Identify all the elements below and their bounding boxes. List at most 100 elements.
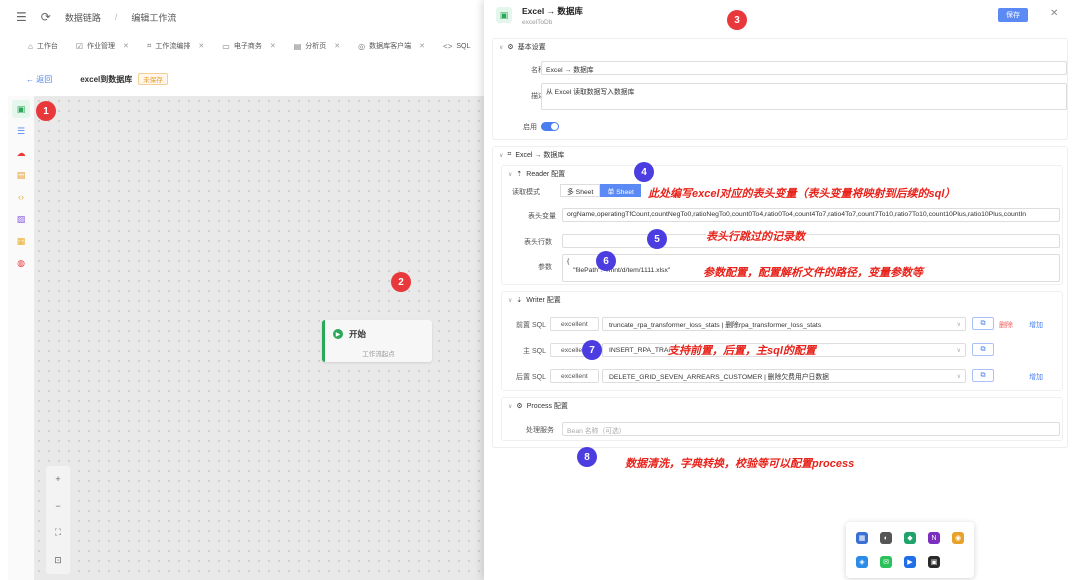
sync-tray-icon[interactable]: ◆	[904, 532, 916, 544]
annotation-note-5: 表头行跳过的记录数	[706, 231, 805, 243]
tab-analysis[interactable]: ▤ 分析页 ✕	[288, 39, 346, 53]
zoom-in-icon[interactable]: +	[55, 474, 60, 484]
header-rows-input[interactable]	[562, 234, 1060, 248]
process-service-label: 处理服务	[526, 427, 554, 434]
tab-label: 工作流编排	[155, 43, 191, 50]
enable-toggle[interactable]	[541, 122, 559, 131]
read-mode-label: 读取模式	[512, 189, 540, 196]
user-tray-icon[interactable]: ◐	[880, 532, 892, 544]
annotation-note-7: 支持前置，后置，主sql的配置	[668, 345, 816, 357]
delete-pre-sql-button[interactable]: 删除	[999, 320, 1013, 330]
drawer-subtitle: excelToDb	[522, 18, 553, 26]
chart-icon: ▤	[293, 41, 302, 51]
annotation-badge-7: 7	[582, 340, 602, 360]
post-sql-datasource[interactable]: excellent	[550, 369, 599, 383]
multi-sheet-option[interactable]: 多 Sheet	[560, 184, 601, 197]
database-icon: ◎	[358, 41, 366, 51]
pre-sql-value: truncate_rpa_transformer_loss_stats | 删除…	[609, 322, 822, 329]
node-config-drawer: ▣ Excel → 数据库 excelToDb 保存 ✕ ∨ ⚙ 基本设置 名称 E…	[484, 0, 1080, 580]
tab-job-management[interactable]: ☑ 作业管理 ✕	[70, 39, 135, 53]
tray-popup: ▦ ◐ ◆ N ◉ ◈ ✉ ▶ ▣	[846, 522, 974, 578]
header-vars-input[interactable]: orgName,operatingTfCount,countNegTo0,rat…	[562, 208, 1060, 222]
breadcrumb-separator: /	[114, 12, 118, 22]
lock-icon[interactable]: ⊡	[54, 555, 62, 566]
transform-icon: ⌗	[507, 151, 512, 158]
tab-label: 电子商务	[233, 43, 262, 50]
pre-sql-select[interactable]: truncate_rpa_transformer_loss_stats | 删除…	[602, 317, 966, 331]
annotation-note-8: 数据清洗，字典转换，校验等可以配置process	[625, 458, 855, 470]
header-rows-label: 表头行数	[524, 239, 552, 246]
table-node-icon[interactable]: ▦	[12, 232, 30, 250]
refresh-icon[interactable]: ⟳	[41, 10, 51, 24]
file-node-icon[interactable]: ▤	[12, 166, 30, 184]
tab-workflow-orchestration[interactable]: ⌗ 工作流编排 ✕	[141, 39, 210, 53]
process-icon: ⚙	[516, 403, 523, 410]
close-icon[interactable]: ✕	[270, 42, 276, 50]
name-input[interactable]: Excel → 数据库	[541, 61, 1067, 75]
open-link-icon[interactable]: ⧉	[972, 369, 994, 382]
nvidia-tray-icon[interactable]: ▣	[928, 556, 940, 568]
open-link-icon[interactable]: ⧉	[972, 343, 994, 356]
tab-sql[interactable]: <> SQL	[437, 40, 476, 53]
post-sql-value: DELETE_GRID_SEVEN_ARREARS_CUSTOMER | 删除欠…	[609, 374, 829, 381]
description-textarea[interactable]: 从 Excel 读取数据写入数据库	[541, 83, 1067, 110]
annotation-badge-3: 3	[727, 10, 747, 30]
excel-node-icon[interactable]: ▣	[12, 100, 30, 118]
code-icon: <>	[443, 41, 453, 51]
add-post-sql-button[interactable]: 增加	[1029, 372, 1043, 382]
fit-view-icon[interactable]: ⛶	[55, 527, 61, 538]
close-icon[interactable]: ✕	[198, 42, 204, 50]
play-icon: ▶	[333, 329, 343, 339]
check-icon: ☑	[75, 41, 84, 51]
basic-settings-section: ∨ ⚙ 基本设置 名称 Excel → 数据库 描述 从 Excel 读取数据写入数…	[492, 38, 1068, 140]
process-config-header[interactable]: ∨ ⚙ Process 配置	[502, 398, 1062, 414]
open-link-icon[interactable]: ⧉	[972, 317, 994, 330]
back-link[interactable]: ← 返回	[26, 74, 52, 85]
chevron-down-icon: ∨	[508, 171, 513, 178]
pre-sql-datasource[interactable]: excellent	[550, 317, 599, 331]
close-icon[interactable]: ✕	[123, 42, 129, 50]
chevron-down-icon: ∨	[956, 321, 961, 328]
cloud-node-icon[interactable]: ☁	[12, 144, 30, 162]
breadcrumb-data-link[interactable]: 数据链路	[65, 11, 101, 24]
annotation-badge-5: 5	[647, 229, 667, 249]
read-mode-switch: 多 Sheet 单 Sheet	[560, 184, 641, 197]
image-node-icon[interactable]: ▨	[12, 210, 30, 228]
chrome-tray-icon[interactable]: ◉	[952, 532, 964, 544]
tab-ecommerce[interactable]: ▭ 电子商务 ✕	[216, 39, 281, 53]
pre-sql-label: 前置 SQL	[516, 322, 546, 329]
menu-icon[interactable]: ☰	[16, 10, 27, 24]
section-title: Excel → 数据库	[515, 152, 565, 159]
drawer-title: Excel → 数据库	[522, 5, 583, 16]
annotation-note-4: 此处编写excel对应的表头变量（表头变量将映射到后续的sql）	[648, 188, 956, 200]
reader-config-header[interactable]: ∨ ⇡ Reader 配置	[502, 166, 1062, 182]
annotation-note-6: 参数配置，配置解析文件的路径，变量参数等	[703, 267, 923, 279]
tab-workbench[interactable]: ⌂ 工作台	[22, 39, 64, 53]
network-tray-icon[interactable]: ◈	[856, 556, 868, 568]
code-node-icon[interactable]: ‹›	[12, 188, 30, 206]
add-pre-sql-button[interactable]: 增加	[1029, 320, 1043, 330]
close-icon[interactable]: ✕	[334, 42, 340, 50]
writer-config-header[interactable]: ∨ ⇣ Writer 配置	[502, 292, 1062, 308]
save-button[interactable]: 保存	[998, 8, 1028, 22]
close-icon[interactable]: ✕	[419, 42, 425, 50]
app-tray-icon[interactable]: ▦	[856, 532, 868, 544]
process-service-input[interactable]: Bean 名称（可选）	[562, 422, 1060, 436]
globe-node-icon[interactable]: ◍	[12, 254, 30, 272]
excel-db-header[interactable]: ∨ ⌗ Excel → 数据库	[493, 147, 1067, 163]
database-node-icon[interactable]: ☰	[12, 122, 30, 140]
cloud-tray-icon[interactable]: ▶	[904, 556, 916, 568]
shop-icon: ▭	[222, 41, 230, 51]
annotation-badge-4: 4	[634, 162, 654, 182]
single-sheet-option[interactable]: 单 Sheet	[600, 184, 641, 197]
tab-label: 分析页	[305, 43, 327, 50]
tab-db-client[interactable]: ◎ 数据库客户端 ✕	[352, 39, 431, 53]
basic-settings-header[interactable]: ∨ ⚙ 基本设置	[493, 39, 1067, 55]
wechat-tray-icon[interactable]: ✉	[880, 556, 892, 568]
onenote-tray-icon[interactable]: N	[928, 532, 940, 544]
zoom-out-icon[interactable]: −	[55, 501, 60, 511]
annotation-badge-1: 1	[36, 101, 56, 121]
post-sql-select[interactable]: DELETE_GRID_SEVEN_ARREARS_CUSTOMER | 删除欠…	[602, 369, 966, 383]
start-node[interactable]: ▶ 开始 工作流起点	[322, 320, 432, 362]
close-icon[interactable]: ✕	[1050, 8, 1058, 19]
